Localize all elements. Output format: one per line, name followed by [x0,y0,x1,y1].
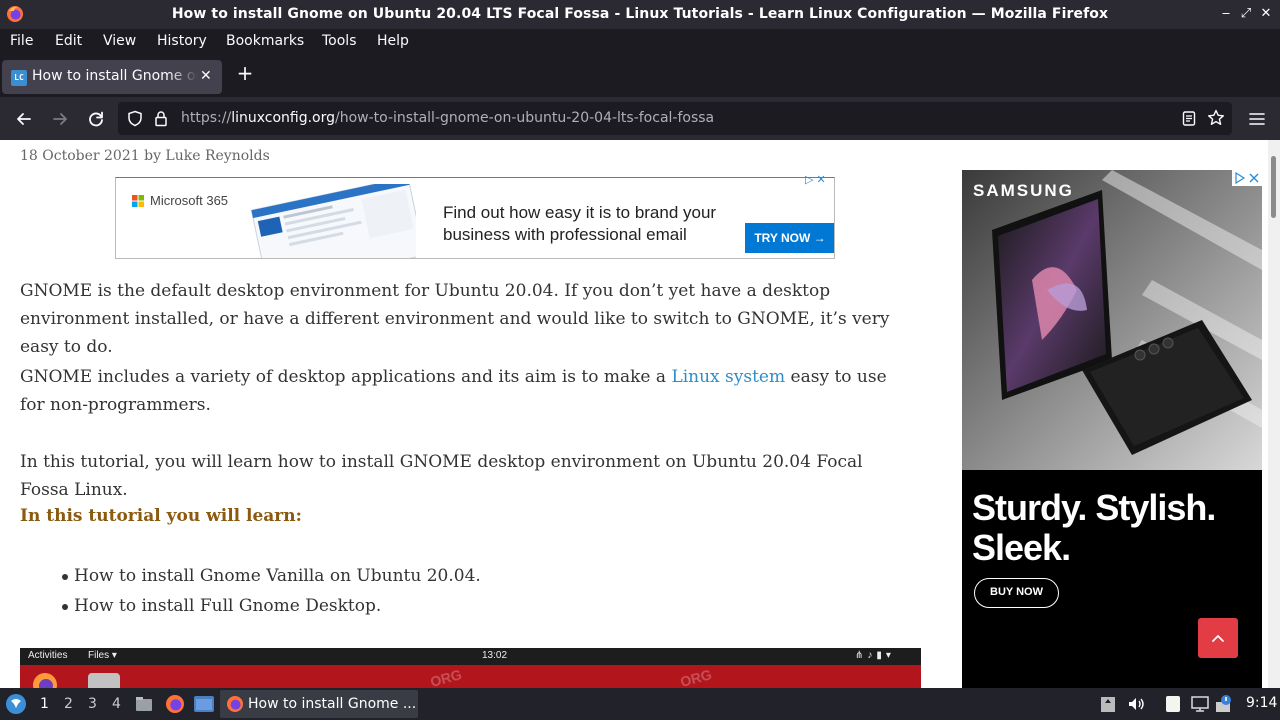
volume-icon[interactable] [1126,694,1146,714]
taskbar-firefox-window[interactable]: How to install Gnome ... [220,690,418,718]
gnome-top-bar: Activities Files ▾ 13:02 ⋔♪▮▾ [20,648,921,665]
buy-now-button[interactable]: BUY NOW [974,578,1059,608]
menu-bookmarks[interactable]: Bookmarks [226,33,304,49]
firefox-window-icon [227,696,243,712]
app-launcher-icon[interactable] [5,693,27,715]
window-titlebar: How to install Gnome on Ubuntu 20.04 LTS… [0,0,1280,29]
linux-system-link[interactable]: Linux system [671,367,785,387]
hamburger-menu-icon[interactable] [1246,108,1268,130]
system-taskbar: 1 2 3 4 How to install Gnome ... 9:14 [0,688,1280,720]
scrollbar-thumb[interactable] [1271,156,1276,218]
taskbar-clock: 9:14 [1246,695,1278,711]
close-tab-icon[interactable]: ✕ [200,68,212,84]
reader-view-icon[interactable] [1181,110,1197,127]
intro-paragraph: GNOME is the default desktop environment… [20,281,890,357]
file-manager-launcher-icon[interactable] [134,694,154,714]
files-dock-icon [88,673,120,688]
minimize-icon[interactable]: ‒ [1216,4,1236,24]
try-now-button[interactable]: TRY NOW → [745,223,834,253]
update-notifier-icon[interactable] [1214,694,1234,714]
ad-choices-icon[interactable] [1232,170,1262,186]
display-tray-icon[interactable] [1190,694,1210,714]
menu-file[interactable]: File [10,33,33,49]
linuxconfig-favicon-icon: LC [11,70,27,86]
taskbar-window-title: How to install Gnome ... [248,696,417,712]
microsoft-ad-banner[interactable]: Microsoft 365 Find out how easy it is to… [115,177,835,259]
menu-edit[interactable]: Edit [55,33,82,49]
menu-history[interactable]: History [157,33,207,49]
url-path: /how-to-install-gnome-on-ubuntu-20-04-lt… [335,110,715,126]
workspace-2[interactable]: 2 [64,696,73,712]
back-arrow-icon[interactable] [13,108,35,130]
bookmark-star-icon[interactable] [1207,109,1225,127]
close-window-icon[interactable]: ✕ [1256,4,1276,24]
new-tab-plus-icon[interactable]: + [234,62,256,84]
activities-label: Activities [28,650,68,661]
terminal-launcher-icon[interactable] [193,694,215,714]
back-to-top-button[interactable] [1198,618,1238,658]
tracking-protection-shield-icon[interactable] [127,110,143,127]
tab-active[interactable]: LC How to install Gnome on Ubuntu 20.04 … [2,60,222,94]
samsung-ad-banner[interactable]: SAMSUNG Sturdy. Stylish. Sleek. BUY NOW [962,170,1262,688]
list-item: How to install Full Gnome Desktop. [62,591,481,621]
workspace-3[interactable]: 3 [88,696,97,712]
clipboard-tray-icon[interactable] [1098,694,1118,714]
url-text[interactable]: https://linuxconfig.org/how-to-install-g… [181,110,714,126]
maximize-icon[interactable]: ⤢ [1236,4,1256,24]
chevron-up-icon [1212,635,1224,642]
tab-strip: LC How to install Gnome on Ubuntu 20.04 … [0,55,1280,97]
notes-tray-icon[interactable] [1163,694,1183,714]
menu-tools[interactable]: Tools [322,33,357,49]
paragraph-text: GNOME includes a variety of desktop appl… [20,367,672,387]
learn-list: How to install Gnome Vanilla on Ubuntu 2… [62,561,481,621]
microsoft-logo-icon [132,195,144,207]
samsung-logo: SAMSUNG [973,181,1074,200]
gnome-status-icons: ⋔♪▮▾ [855,650,895,661]
galaxy-fold-phone-image [962,170,1262,470]
microsoft-365-label: Microsoft 365 [150,193,229,208]
microsoft-ad-headline: Find out how easy it is to brand your bu… [443,203,717,244]
files-menu-label: Files ▾ [88,650,117,661]
article-byline: 18 October 2021 by Luke Reynolds [20,148,270,164]
second-paragraph: GNOME includes a variety of desktop appl… [20,363,910,419]
page-scrollbar[interactable] [1268,140,1280,688]
list-item: How to install Gnome Vanilla on Ubuntu 2… [62,561,481,591]
menu-bar: File Edit View History Bookmarks Tools H… [0,29,1280,55]
workspace-4[interactable]: 4 [112,696,121,712]
ad-choices-icon[interactable]: ▷ ✕ [805,173,826,186]
tab-title: How to install Gnome on Ubuntu 20.04 LTS… [32,68,198,84]
samsung-tagline: Sturdy. Stylish. Sleek. [972,487,1216,568]
gnome-desktop-screenshot: Activities Files ▾ 13:02 ⋔♪▮▾ ORG ORG [20,648,921,688]
firefox-dock-icon [33,673,57,688]
address-bar[interactable]: https://linuxconfig.org/how-to-install-g… [118,102,1232,135]
menu-view[interactable]: View [103,33,136,49]
watermark: ORG [428,666,464,688]
watermark: ORG [678,666,714,688]
lock-icon[interactable] [153,110,169,127]
forward-arrow-icon[interactable] [49,108,71,130]
gnome-clock: 13:02 [482,650,508,661]
url-domain: linuxconfig.org [231,110,336,126]
page-content: 18 October 2021 by Luke Reynolds Microso… [0,140,1268,688]
firefox-launcher-icon[interactable] [164,693,186,715]
tutorial-paragraph: In this tutorial, you will learn how to … [20,452,863,500]
reload-icon[interactable] [85,108,107,130]
workspace-1[interactable]: 1 [40,696,49,712]
window-title: How to install Gnome on Ubuntu 20.04 LTS… [171,6,1109,22]
learn-heading: In this tutorial you will learn: [20,506,302,526]
menu-help[interactable]: Help [377,33,409,49]
navigation-toolbar: https://linuxconfig.org/how-to-install-g… [0,97,1280,140]
ad-choices-glyph [1235,172,1259,184]
url-prefix: https:// [181,110,232,126]
outlook-mockup-image [250,184,416,258]
